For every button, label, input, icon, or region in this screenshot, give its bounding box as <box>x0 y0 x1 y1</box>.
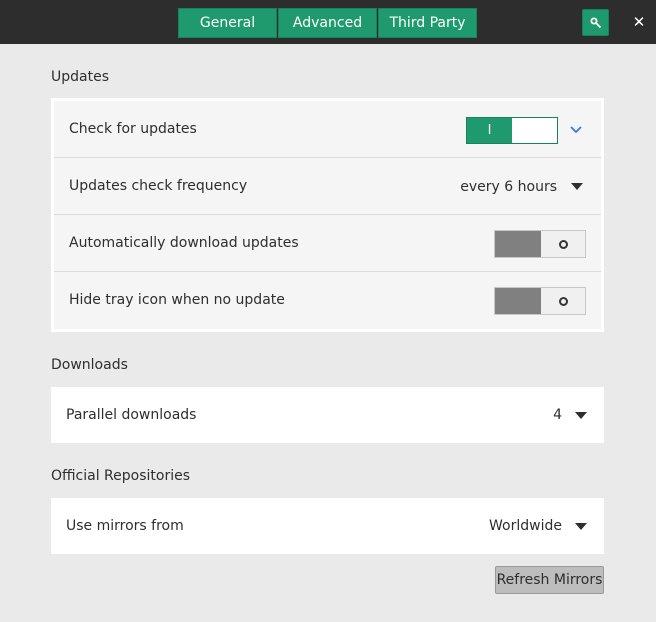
row-parallel-downloads: Parallel downloads 4 <box>51 387 604 443</box>
close-button[interactable]: ✕ <box>628 11 650 33</box>
row-check-for-updates: Check for updates I <box>54 101 601 158</box>
stack-switcher: General Advanced Third Party <box>178 8 477 38</box>
parallel-downloads-value: 4 <box>553 407 562 423</box>
close-icon: ✕ <box>632 13 646 31</box>
updates-frequency-combo[interactable]: every 6 hours <box>460 158 583 215</box>
auto-download-switch[interactable] <box>494 230 586 258</box>
row-auto-download: Automatically download updates <box>54 215 601 272</box>
dropdown-arrow-icon <box>575 522 587 530</box>
tab-general[interactable]: General <box>178 8 277 38</box>
updates-frame: Check for updates I Updates check freque… <box>51 98 604 332</box>
updates-frequency-label: Updates check frequency <box>69 178 248 194</box>
check-for-updates-label: Check for updates <box>69 121 197 137</box>
row-hide-tray: Hide tray icon when no update <box>54 272 601 329</box>
row-use-mirrors: Use mirrors from Worldwide <box>51 498 604 554</box>
auto-download-label: Automatically download updates <box>69 235 299 251</box>
hide-tray-label: Hide tray icon when no update <box>69 292 285 308</box>
use-mirrors-combo[interactable]: Worldwide <box>489 498 587 554</box>
search-button[interactable] <box>582 9 609 36</box>
switch-knob <box>495 231 541 257</box>
dropdown-arrow-icon <box>575 411 587 419</box>
use-mirrors-label: Use mirrors from <box>66 518 184 534</box>
section-title-official-repositories: Official Repositories <box>51 468 191 484</box>
refresh-mirrors-button[interactable]: Refresh Mirrors <box>495 566 604 594</box>
parallel-downloads-combo[interactable]: 4 <box>553 387 587 443</box>
dropdown-arrow-icon <box>571 183 583 190</box>
parallel-downloads-label: Parallel downloads <box>66 407 197 423</box>
search-key-icon <box>590 17 601 28</box>
use-mirrors-value: Worldwide <box>489 518 562 534</box>
check-for-updates-switch[interactable]: I <box>466 117 558 144</box>
switch-on-indicator: I <box>467 118 512 143</box>
headerbar: General Advanced Third Party ✕ <box>0 0 656 44</box>
switch-knob <box>495 288 541 314</box>
section-title-updates: Updates <box>51 69 109 85</box>
chevron-down-icon[interactable] <box>569 125 583 135</box>
updates-frequency-value: every 6 hours <box>460 178 557 195</box>
tab-advanced[interactable]: Advanced <box>278 8 377 38</box>
tab-third-party[interactable]: Third Party <box>378 8 477 38</box>
hide-tray-switch[interactable] <box>494 287 586 315</box>
switch-off-icon <box>558 296 568 306</box>
row-updates-frequency: Updates check frequency every 6 hours <box>54 158 601 215</box>
section-title-downloads: Downloads <box>51 357 128 373</box>
switch-off-icon <box>558 239 568 249</box>
